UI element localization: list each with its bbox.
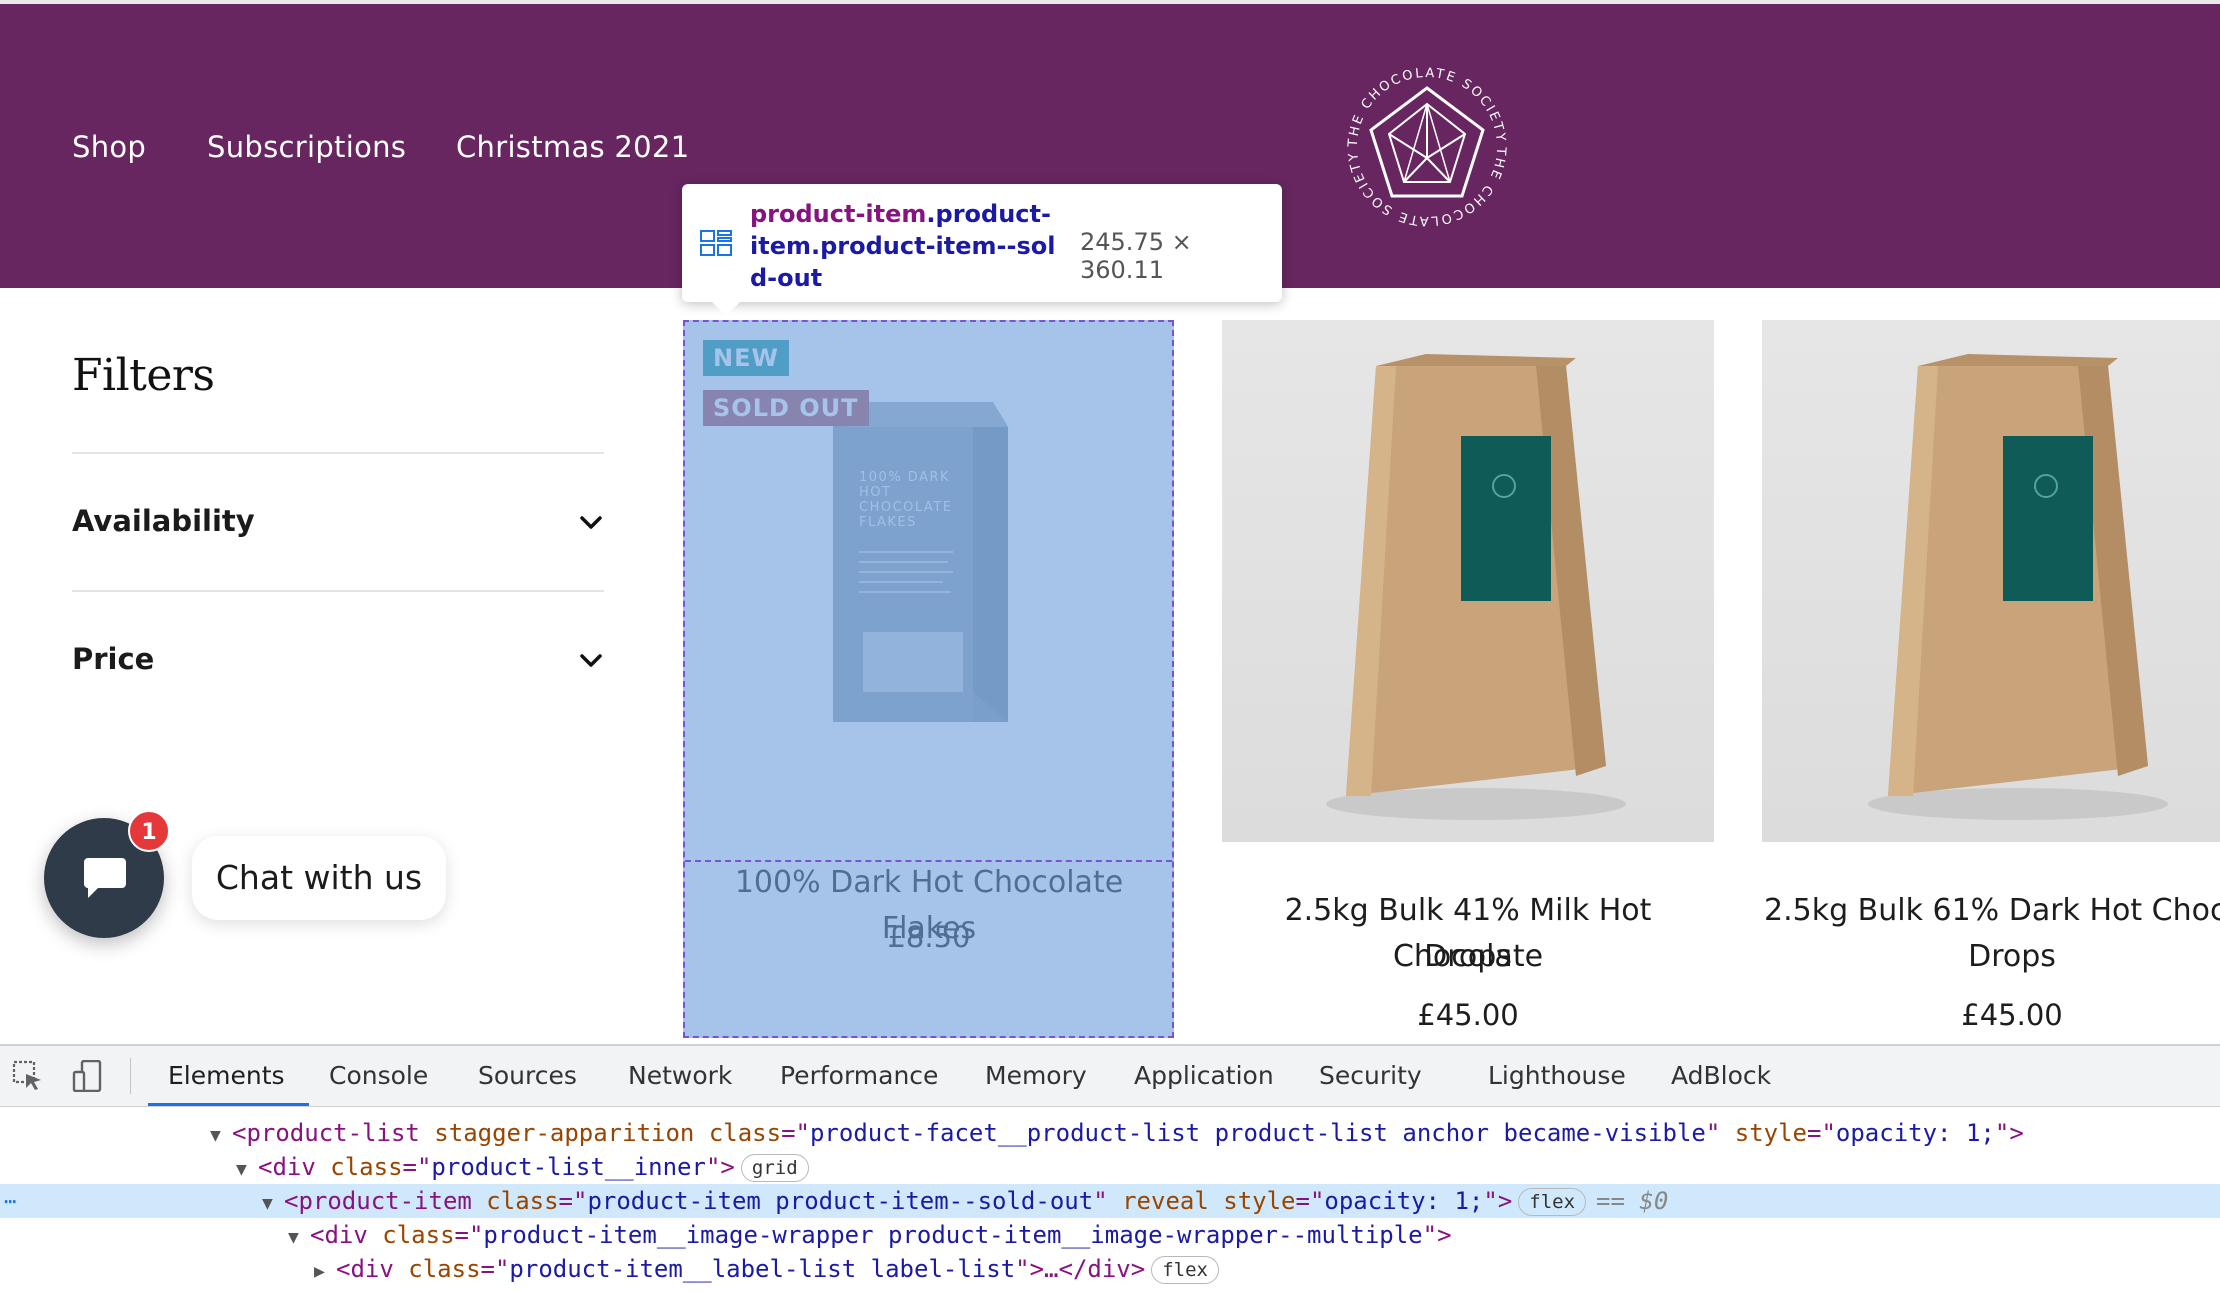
dom-line[interactable]: ▶ <div class="product-item__label-list la… xyxy=(0,1252,2220,1286)
product-price: £8.50 xyxy=(887,920,971,954)
grid-layout-icon xyxy=(700,230,732,256)
product-image[interactable] xyxy=(1762,320,2220,842)
product-card-dark-hot-chocolate-flakes[interactable]: 100% DARK HOT CHOCOLATE FLAKES NEW SOLD OUT… xyxy=(683,320,1175,1040)
toolbar-separator xyxy=(130,1058,131,1094)
tab-performance[interactable]: Performance xyxy=(780,1046,938,1106)
product-box-image: 100% DARK HOT CHOCOLATE FLAKES xyxy=(833,402,1008,722)
product-price: £45.00 xyxy=(1961,998,2063,1032)
product-price: £45.00 xyxy=(1417,998,1519,1032)
dom-line[interactable]: ▼ <div class="product-item__image-wrapper… xyxy=(0,1218,2220,1252)
nav-shop[interactable]: Shop xyxy=(72,130,146,164)
filter-availability-label: Availability xyxy=(72,504,255,538)
inspect-tooltip: product-item.product-item.product-item--… xyxy=(682,184,1282,316)
tab-memory[interactable]: Memory xyxy=(985,1046,1087,1106)
tab-adblock[interactable]: AdBlock xyxy=(1671,1046,1771,1106)
badge-new: NEW xyxy=(703,340,789,376)
nav-christmas-2021[interactable]: Christmas 2021 xyxy=(456,130,689,164)
badge-sold-out: SOLD OUT xyxy=(703,390,869,426)
kraft-bag-image xyxy=(1326,354,1626,820)
selected-marker: == $0 xyxy=(1596,1187,1669,1215)
devtools-tabbar: Elements Console Sources Network Perform… xyxy=(0,1046,2220,1107)
tooltip-selector: product-item.product-item.product-item--… xyxy=(750,198,1056,294)
chocolate-society-logo[interactable]: THE CHOCOLATE SOCIETY THE CHOCOLATE SOCI… xyxy=(1340,60,1514,234)
tab-network[interactable]: Network xyxy=(628,1046,732,1106)
chat-unread-badge: 1 xyxy=(128,810,170,852)
dom-line[interactable]: ▼ <div class="product-list__inner"> grid xyxy=(0,1150,2220,1184)
product-title-line-1[interactable]: 2.5kg Bulk 61% Dark Hot Chocola xyxy=(1764,888,2220,934)
nav-subscriptions[interactable]: Subscriptions xyxy=(207,130,406,164)
filter-availability[interactable]: Availability xyxy=(72,492,604,552)
filter-price[interactable]: Price xyxy=(72,630,604,690)
tooltip-tag: product-item xyxy=(750,200,927,228)
device-toolbar-icon[interactable] xyxy=(72,1060,104,1092)
tab-elements[interactable]: Elements xyxy=(148,1046,308,1106)
kraft-bag-image xyxy=(1868,354,2168,820)
product-title-line-2[interactable]: Drops xyxy=(1762,934,2220,980)
dom-line[interactable]: ▼ <product-list stagger-apparition class=… xyxy=(0,1116,2220,1150)
devtools-panel: Elements Console Sources Network Perform… xyxy=(0,1044,2220,1294)
filters-title: Filters xyxy=(72,350,215,401)
tooltip-size: 245.75 × 360.11 xyxy=(1080,228,1192,284)
grid-badge[interactable]: grid xyxy=(740,1154,809,1182)
product-card-milk-hot-chocolate-drops[interactable]: 2.5kg Bulk 41% Milk Hot Chocolate Drops … xyxy=(1222,320,1714,1040)
product-image[interactable] xyxy=(1222,320,1714,842)
product-card-dark-hot-chocolate-drops[interactable]: 2.5kg Bulk 61% Dark Hot Chocola Drops £4… xyxy=(1762,320,2220,1040)
chat-bubble-icon xyxy=(84,858,126,898)
filters-divider xyxy=(72,590,604,592)
chevron-down-icon xyxy=(580,654,602,667)
chat-with-us-prompt[interactable]: Chat with us xyxy=(192,836,446,920)
tab-lighthouse[interactable]: Lighthouse xyxy=(1488,1046,1626,1106)
tab-console[interactable]: Console xyxy=(329,1046,428,1106)
tab-application[interactable]: Application xyxy=(1134,1046,1274,1106)
dom-line-selected[interactable]: ⋯ ▼ <product-item class="product-item prod… xyxy=(0,1184,2220,1218)
chevron-down-icon xyxy=(580,516,602,529)
tab-sources[interactable]: Sources xyxy=(478,1046,577,1106)
inspect-element-icon[interactable] xyxy=(12,1060,44,1092)
flex-badge[interactable]: flex xyxy=(1151,1256,1219,1284)
filter-price-label: Price xyxy=(72,642,155,676)
filters-divider xyxy=(72,452,604,454)
product-title-line-2[interactable]: Drops xyxy=(1222,934,1714,980)
flex-badge[interactable]: flex xyxy=(1518,1188,1587,1216)
tab-security[interactable]: Security xyxy=(1319,1046,1422,1106)
